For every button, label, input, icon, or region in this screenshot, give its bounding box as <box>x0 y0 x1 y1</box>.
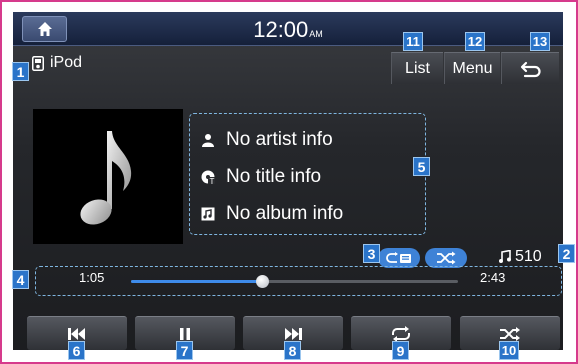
artist-text: No artist info <box>226 129 333 150</box>
annotation-badge-7: 7 <box>176 341 193 360</box>
title-text: No title info <box>226 166 322 187</box>
next-icon <box>285 327 302 340</box>
title-icon: T <box>200 169 216 185</box>
progress-knob[interactable] <box>255 275 269 288</box>
menu-button-label: Menu <box>452 59 493 77</box>
annotation-badge-3: 3 <box>363 244 380 263</box>
annotation-badge-11: 11 <box>403 32 423 51</box>
shuffle-icon <box>437 251 456 265</box>
title-row: T No title info <box>200 166 321 188</box>
annotation-badge-10: 10 <box>499 341 519 360</box>
music-note-icon <box>80 131 132 225</box>
shuffle-icon <box>500 326 520 341</box>
list-button[interactable]: List <box>391 52 443 84</box>
album-row: No album info <box>200 203 343 225</box>
clock-ampm: AM <box>309 29 323 39</box>
album-art <box>33 109 183 244</box>
repeat-category-icon <box>386 252 411 263</box>
previous-icon <box>68 327 85 340</box>
ipod-icon <box>32 55 44 71</box>
annotation-badge-6: 6 <box>68 341 85 360</box>
list-button-label: List <box>405 59 430 77</box>
back-button[interactable] <box>501 52 559 84</box>
track-count: 510 <box>499 248 542 266</box>
annotation-badge-4: 4 <box>12 270 29 289</box>
source-label-text: iPod <box>50 54 83 71</box>
track-count-text: 510 <box>515 248 542 265</box>
artist-row: No artist info <box>200 129 333 151</box>
progress-bar[interactable] <box>131 275 458 288</box>
annotation-badge-1: 1 <box>12 62 29 81</box>
album-text: No album info <box>226 203 344 224</box>
repeat-icon <box>392 325 410 342</box>
shuffle-mode-indicator <box>425 248 467 268</box>
menu-button[interactable]: Menu <box>444 52 500 84</box>
music-note-icon <box>499 250 511 263</box>
annotation-badge-12: 12 <box>465 32 485 51</box>
album-icon <box>200 207 216 221</box>
elapsed-time: 1:05 <box>79 270 105 285</box>
source-label: iPod <box>32 54 82 72</box>
annotation-badge-8: 8 <box>284 341 301 360</box>
repeat-mode-indicator <box>378 248 420 268</box>
artist-icon <box>200 133 216 147</box>
annotation-badge-9: 9 <box>392 341 409 360</box>
track-info-box: No artist info T No title info No album … <box>189 113 426 235</box>
infotainment-screen: 12:00AM List Menu No artist info T No ti… <box>13 12 563 350</box>
svg-text:T: T <box>210 177 215 185</box>
annotation-badge-2: 2 <box>558 244 575 263</box>
annotation-badge-13: 13 <box>530 32 550 51</box>
pause-icon <box>180 327 190 340</box>
annotation-badge-5: 5 <box>413 157 430 176</box>
clock-time: 12:00 <box>253 17 309 42</box>
back-arrow-icon <box>520 61 541 77</box>
progress-fill <box>131 280 262 283</box>
total-time: 2:43 <box>480 270 506 285</box>
